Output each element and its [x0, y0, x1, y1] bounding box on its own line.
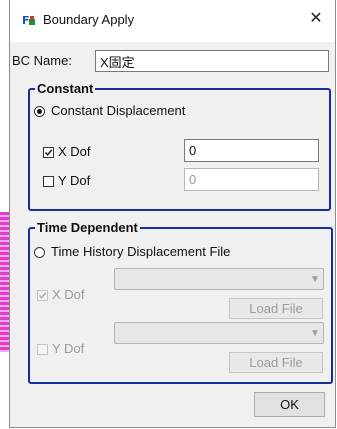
time-x-dof-load-file-button[interactable]: Load File — [229, 298, 323, 319]
constant-x-dof-input[interactable] — [184, 139, 319, 162]
time-y-dof-label: Y Dof — [52, 341, 85, 356]
app-icon: F — [22, 13, 36, 27]
time-x-dof-checkbox[interactable] — [37, 290, 48, 301]
constant-y-dof-label: Y Dof — [58, 173, 91, 188]
window-title: Boundary Apply — [43, 12, 135, 27]
dropdown-arrow-icon: ▼ — [310, 273, 320, 285]
bc-name-label: BC Name: — [12, 53, 72, 68]
constant-x-dof-checkbox[interactable] — [43, 147, 54, 158]
time-x-dof-file-combo[interactable]: ▼ — [114, 268, 324, 290]
time-y-dof-load-file-button[interactable]: Load File — [229, 352, 323, 373]
boundary-apply-dialog: F Boundary Apply ✕ BC Name: Constant Con… — [9, 0, 336, 428]
constant-group-legend: Constant — [35, 81, 96, 96]
time-y-dof-checkbox[interactable] — [37, 344, 48, 355]
time-dependent-group-legend: Time Dependent — [35, 220, 140, 235]
check-icon — [38, 292, 47, 299]
constant-y-dof-input[interactable] — [184, 168, 319, 191]
ok-button[interactable]: OK — [254, 392, 325, 417]
time-history-radio[interactable] — [34, 247, 45, 258]
time-x-dof-label: X Dof — [52, 287, 85, 302]
dropdown-arrow-icon: ▼ — [310, 327, 320, 339]
check-icon — [44, 149, 53, 156]
bc-name-input[interactable] — [95, 50, 329, 72]
svg-text:F: F — [22, 14, 30, 27]
time-y-dof-file-combo[interactable]: ▼ — [114, 322, 324, 344]
constant-displacement-label: Constant Displacement — [51, 103, 186, 118]
close-button[interactable]: ✕ — [305, 8, 327, 30]
close-icon: ✕ — [309, 10, 323, 27]
constant-y-dof-checkbox[interactable] — [43, 176, 54, 187]
constant-x-dof-label: X Dof — [58, 144, 91, 159]
title-bar[interactable]: F Boundary Apply ✕ — [10, 0, 335, 42]
time-history-label: Time History Displacement File — [51, 244, 231, 259]
constant-displacement-radio[interactable] — [34, 106, 45, 117]
